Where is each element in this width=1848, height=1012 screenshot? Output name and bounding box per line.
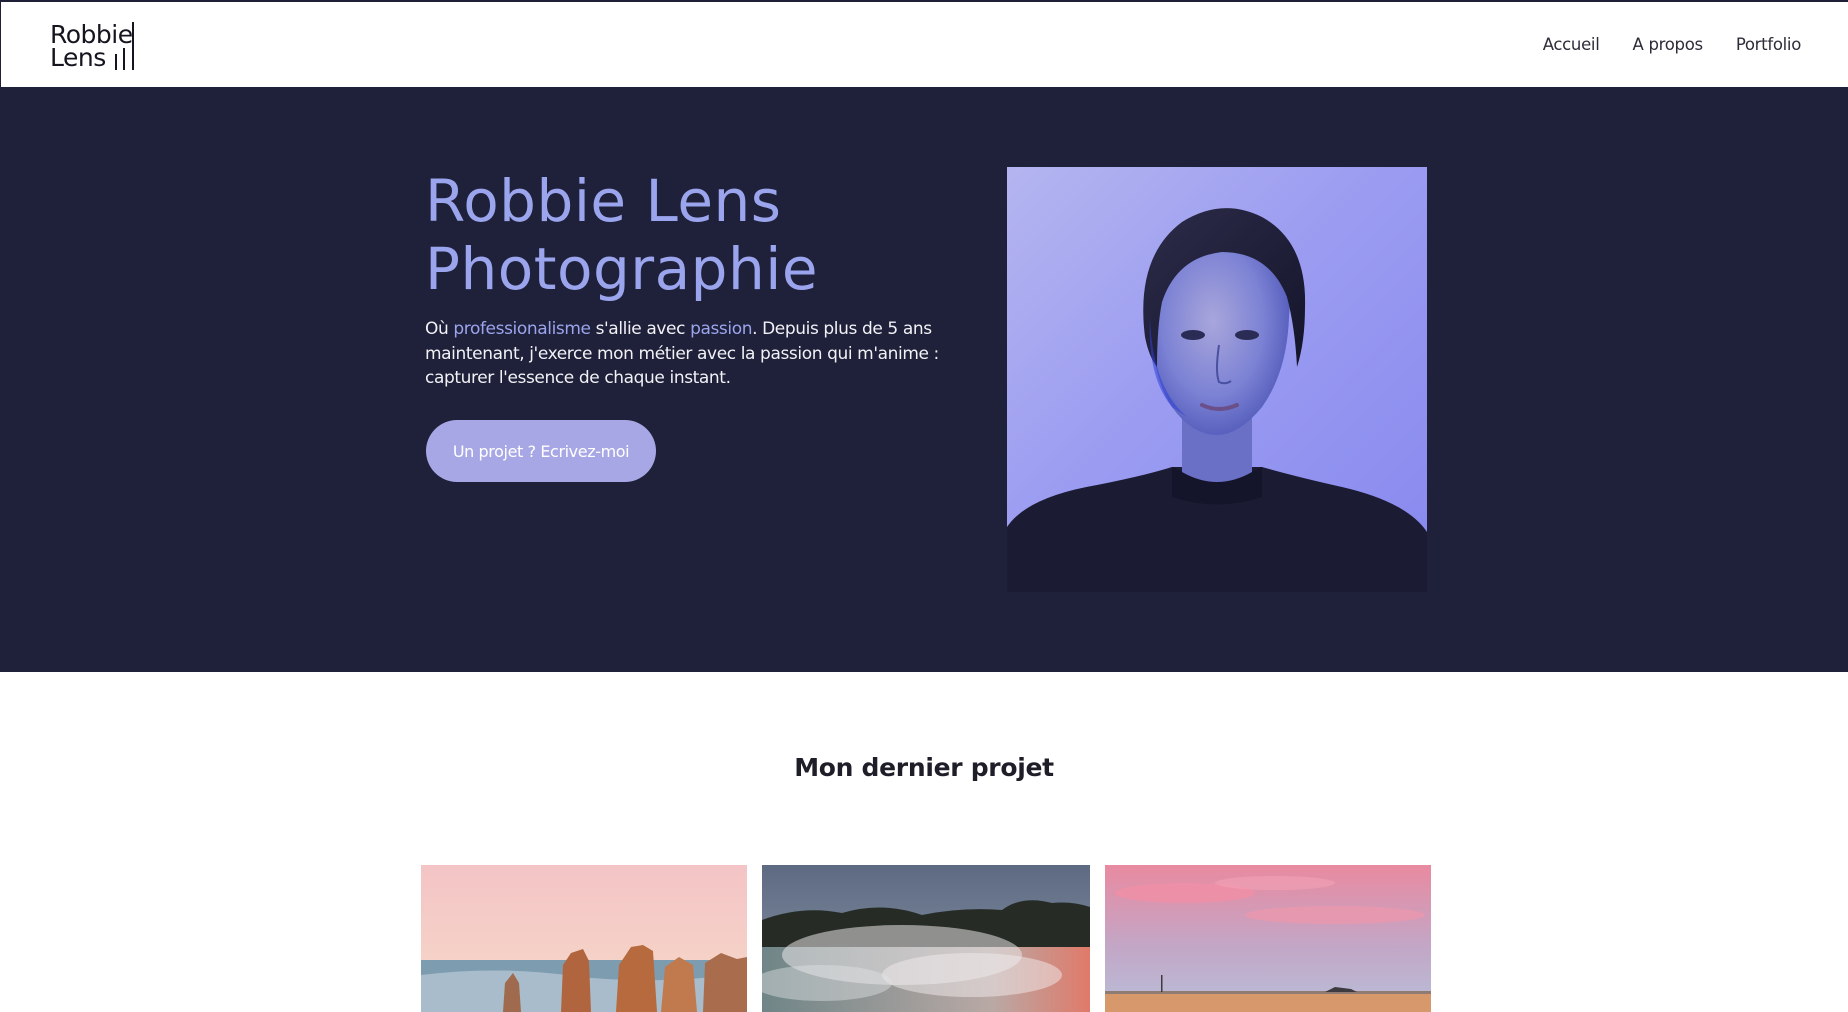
main-nav: Accueil A propos Portfolio (1543, 35, 1802, 54)
nav-link-a-propos[interactable]: A propos (1633, 35, 1704, 54)
hero-text-part2: s'allie avec (590, 319, 691, 339)
contact-cta-button[interactable]: Un projet ? Ecrivez-moi (426, 420, 656, 482)
thermal-lake-photo (762, 865, 1090, 1012)
coastal-rocks-photo (421, 865, 747, 1012)
logo-bar-2 (123, 48, 125, 70)
portrait-illustration (1007, 208, 1427, 592)
logo-bar-3 (132, 22, 134, 70)
project-photo-thermal-lake[interactable] (762, 865, 1090, 1012)
latest-project-heading: Mon dernier projet (794, 753, 1054, 782)
logo-text-lens: Lens (50, 43, 106, 72)
nav-link-portfolio[interactable]: Portfolio (1736, 35, 1801, 54)
hero-text-part1: Où (425, 319, 454, 339)
site-header: Robbie Lens Accueil A propos Portfolio (0, 0, 1848, 87)
nav-link-accueil[interactable]: Accueil (1543, 35, 1600, 54)
beach-sunset-photo (1105, 865, 1431, 1012)
hero-title: Robbie Lens Photographie (425, 167, 945, 303)
project-photo-beach-sunset[interactable] (1105, 865, 1431, 1012)
hero-section: Robbie Lens Photographie Où professional… (0, 87, 1848, 672)
hero-description: Où professionalisme s'allie avec passion… (425, 317, 945, 391)
logo[interactable]: Robbie Lens (50, 22, 140, 72)
project-photo-coastal-rocks[interactable] (421, 865, 747, 1012)
hero-text-accent-passion: passion (690, 319, 753, 339)
hero-portrait-image (1007, 167, 1427, 592)
hero-title-line1: Robbie Lens (425, 167, 782, 235)
hero-text-accent-professionalisme: professionalisme (453, 319, 591, 339)
logo-bar-1 (115, 54, 117, 70)
hero-title-line2: Photographie (425, 235, 819, 303)
